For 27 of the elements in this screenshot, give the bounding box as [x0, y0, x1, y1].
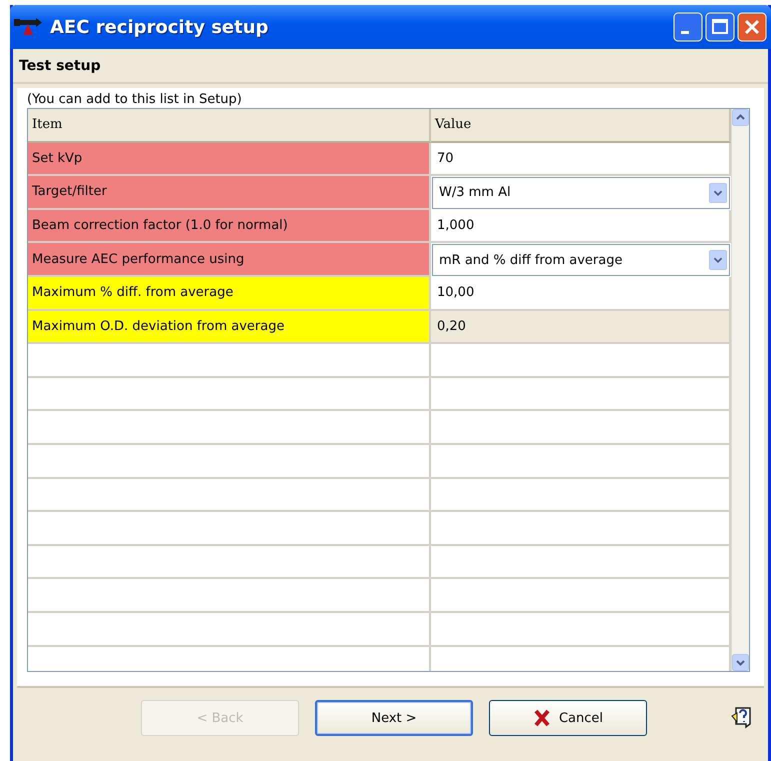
table-cell: Measure AEC performance using: [28, 243, 431, 277]
table-cell: Set kVp: [28, 142, 431, 176]
scroll-up-icon[interactable]: [732, 109, 749, 126]
section-title: Test setup: [19, 58, 101, 74]
wizard-button[interactable]: Next >: [315, 700, 473, 736]
table-cell: Beam correction factor (1.0 for normal): [28, 210, 431, 244]
dropdown-value: W/3 mm Al: [439, 185, 511, 200]
dropdown-value: mR and % diff from average: [439, 252, 622, 268]
minimize-icon[interactable]: [673, 12, 703, 42]
table-cell[interactable]: 0,20: [431, 310, 731, 344]
dropdown-field[interactable]: W/3 mm Al: [432, 177, 730, 209]
column-header[interactable]: Item: [28, 109, 431, 143]
hint-text: (You can add to this list in Setup): [27, 92, 243, 107]
column-header[interactable]: Value: [431, 109, 731, 143]
chevron-down-icon[interactable]: [709, 182, 727, 203]
help-icon[interactable]: [730, 705, 754, 731]
maximize-icon[interactable]: [705, 12, 735, 42]
chevron-down-icon[interactable]: [709, 250, 727, 270]
dropdown-field[interactable]: mR and % diff from average: [432, 244, 730, 276]
window-title: AEC reciprocity setup: [50, 16, 270, 38]
scroll-down-icon[interactable]: [732, 654, 749, 671]
table-cell: Maximum % diff. from average: [28, 276, 431, 311]
close-icon[interactable]: [737, 12, 767, 42]
table-cell: Maximum O.D. deviation from average: [28, 310, 431, 344]
table-cell: Target/filter: [28, 176, 431, 210]
cancel-button[interactable]: Cancel: [489, 700, 647, 736]
x-icon: [532, 709, 551, 727]
